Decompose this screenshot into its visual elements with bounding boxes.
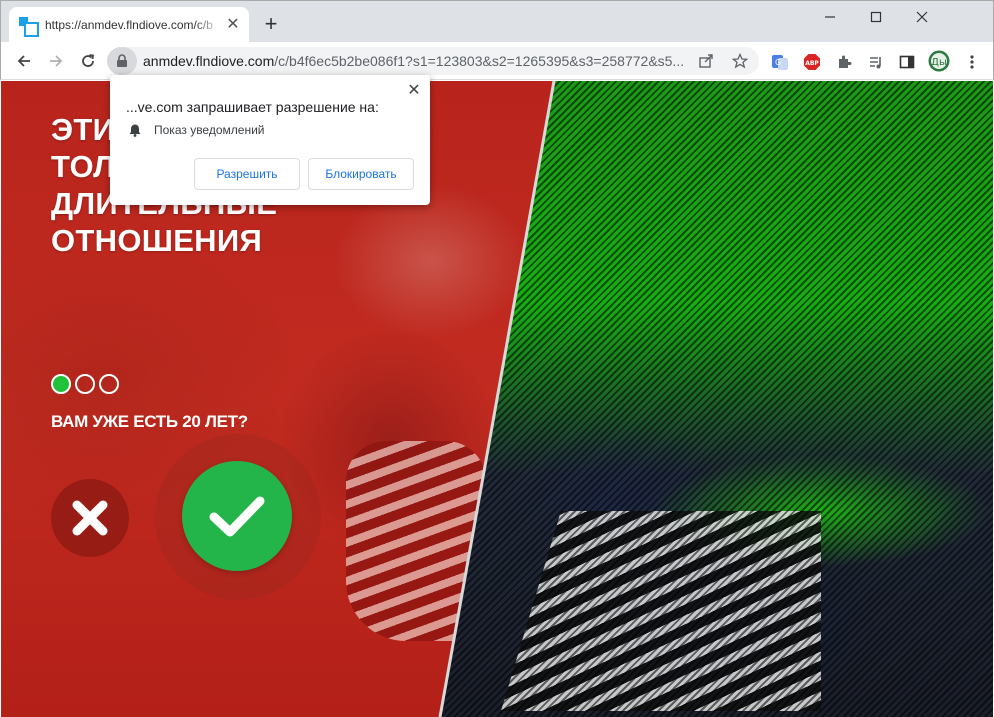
profile-initials: Ды	[931, 57, 947, 68]
new-tab-button[interactable]: +	[259, 13, 283, 37]
adblock-label: ABP	[805, 60, 819, 67]
allow-button[interactable]: Разрешить	[194, 158, 300, 190]
forward-button[interactable]	[43, 48, 69, 74]
bookmark-star-icon[interactable]	[731, 52, 749, 70]
permission-close-icon[interactable]: ✕	[406, 83, 422, 99]
notification-permission-popup: ...ve.com запрашивает разрешение на: ✕ П…	[110, 75, 430, 205]
window-close-button[interactable]	[899, 1, 945, 33]
maximize-button[interactable]	[853, 1, 899, 33]
permission-label: Показ уведомлений	[154, 123, 265, 137]
svg-text:G: G	[775, 58, 781, 67]
permission-title: ...ve.com запрашивает разрешение на:	[126, 99, 379, 115]
adblock-plus-icon[interactable]: ABP	[802, 52, 822, 72]
maximize-icon	[870, 11, 882, 23]
reload-button[interactable]	[75, 48, 101, 74]
forward-arrow-icon	[50, 55, 63, 67]
back-button[interactable]	[11, 48, 37, 74]
headline-line: ОТНОШЕНИЯ	[51, 223, 263, 258]
share-icon[interactable]	[697, 52, 715, 70]
step-dot	[99, 374, 119, 394]
bell-icon	[129, 124, 141, 137]
url-path: /c/b4f6ec5b2be086f1?s1=123803&s2=1265395…	[274, 53, 685, 69]
permission-item: Показ уведомлений	[128, 123, 264, 137]
chrome-menu-icon[interactable]	[962, 52, 982, 72]
profile-avatar[interactable]: Ды	[928, 50, 950, 72]
checkmark-icon	[209, 496, 265, 537]
block-button[interactable]: Блокировать	[308, 158, 414, 190]
minimize-icon	[825, 16, 835, 18]
tab-close-icon[interactable]: ✕	[225, 17, 241, 33]
back-arrow-icon	[17, 55, 30, 67]
reading-list-icon[interactable]	[866, 52, 886, 72]
site-info-button[interactable]	[107, 47, 137, 75]
minimize-button[interactable]	[807, 1, 853, 33]
site-favicon-icon	[19, 17, 39, 37]
lock-icon	[117, 54, 127, 67]
address-bar[interactable]: anmdev.flndiove.com/c/b4f6ec5b2be086f1?s…	[107, 47, 759, 75]
tab-strip: https://anmdev.flndiove.com/c/b ✕ +	[0, 0, 994, 43]
window-close-icon	[916, 11, 928, 23]
url-text[interactable]: anmdev.flndiove.com/c/b4f6ec5b2be086f1?s…	[143, 53, 688, 69]
cross-icon	[72, 500, 108, 536]
tab-title: https://anmdev.flndiove.com/c/b	[45, 18, 213, 32]
translate-extension-icon[interactable]: G	[770, 52, 790, 72]
progress-steps	[51, 374, 119, 394]
age-question: ВАМ УЖЕ ЕСТЬ 20 ЛЕТ?	[51, 412, 248, 431]
step-dot-current	[51, 374, 71, 394]
step-dot	[75, 374, 95, 394]
side-panel-icon[interactable]	[897, 52, 917, 72]
no-button[interactable]	[51, 479, 129, 557]
url-host: anmdev.flndiove.com	[143, 53, 275, 69]
yes-button[interactable]	[182, 461, 292, 571]
browser-tab[interactable]: https://anmdev.flndiove.com/c/b ✕	[9, 7, 249, 43]
extensions-puzzle-icon[interactable]	[834, 52, 854, 72]
reload-icon	[82, 54, 95, 67]
